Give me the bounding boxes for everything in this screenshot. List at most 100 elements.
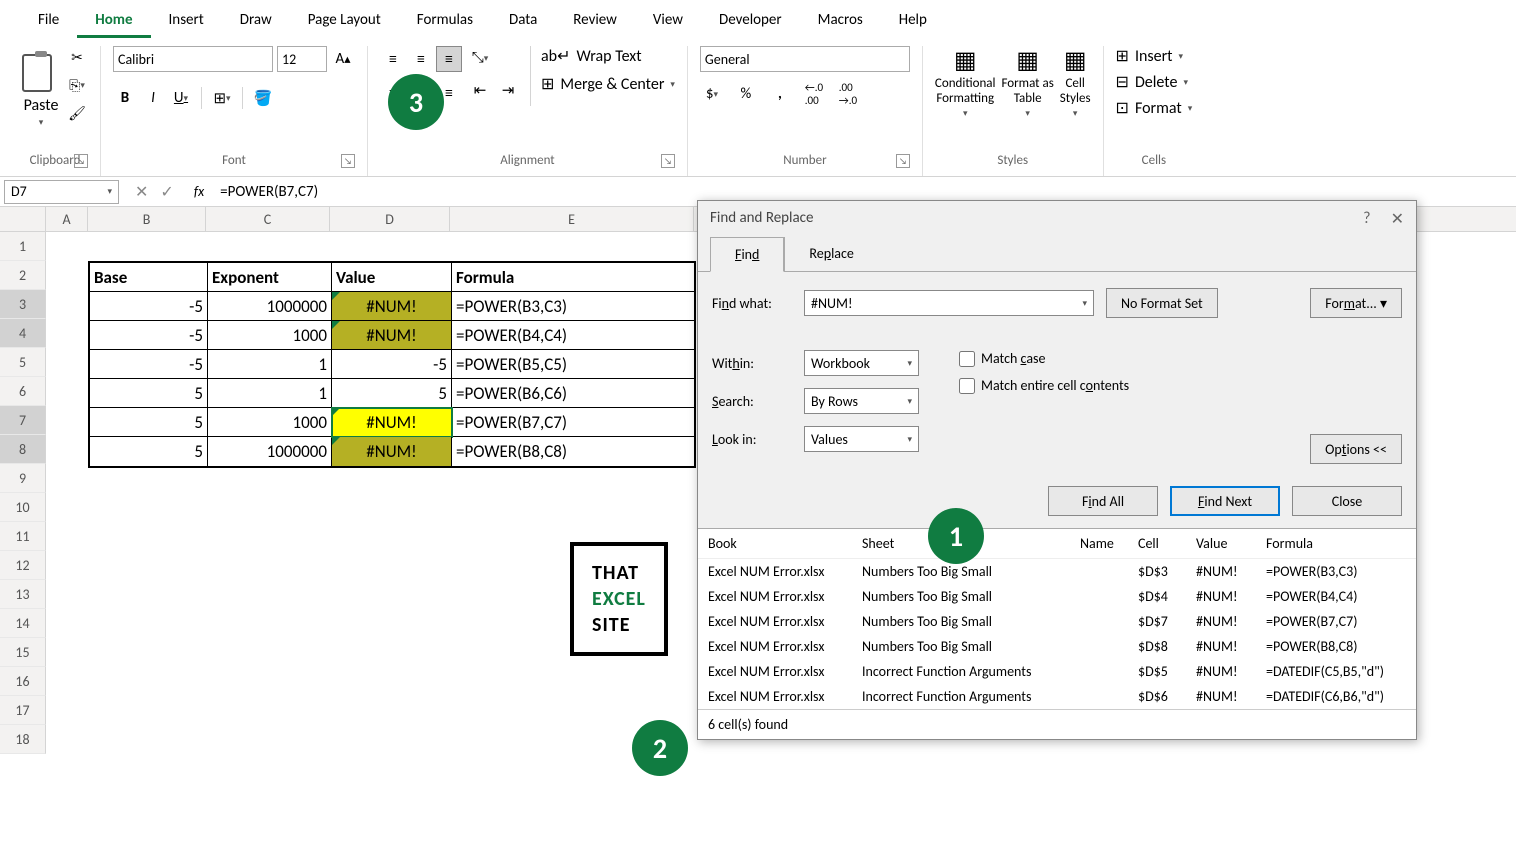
cell[interactable]: #NUM! [332, 437, 452, 466]
menu-formulas[interactable]: Formulas [399, 5, 491, 38]
result-row[interactable]: Excel NUM Error.xlsxIncorrect Function A… [698, 684, 1416, 709]
results-header-cell[interactable]: Cell [1138, 535, 1196, 552]
comma-button[interactable]: , [768, 82, 792, 106]
cell[interactable]: 5 [90, 408, 208, 437]
row-header-16[interactable]: 16 [0, 667, 46, 696]
close-button[interactable]: Close [1292, 486, 1402, 516]
merge-center-button[interactable]: ⊞Merge & Center ▾ [541, 74, 675, 94]
cell[interactable]: 1000000 [208, 292, 332, 321]
dialog-launcher-icon[interactable]: ↘ [661, 154, 675, 168]
tab-replace[interactable]: Replace [784, 237, 878, 272]
row-header-17[interactable]: 17 [0, 696, 46, 725]
col-header-D[interactable]: D [330, 207, 450, 231]
result-row[interactable]: Excel NUM Error.xlsxNumbers Too Big Smal… [698, 559, 1416, 584]
result-row[interactable]: Excel NUM Error.xlsxNumbers Too Big Smal… [698, 584, 1416, 609]
col-header-C[interactable]: C [206, 207, 330, 231]
row-header-9[interactable]: 9 [0, 464, 46, 493]
menu-data[interactable]: Data [491, 5, 555, 38]
result-row[interactable]: Excel NUM Error.xlsxNumbers Too Big Smal… [698, 609, 1416, 634]
result-row[interactable]: Excel NUM Error.xlsxIncorrect Function A… [698, 659, 1416, 684]
col-header-E[interactable]: E [450, 207, 694, 231]
row-header-4[interactable]: 4 [0, 319, 46, 348]
col-header-A[interactable]: A [46, 207, 88, 231]
select-all-corner[interactable] [0, 207, 46, 231]
results-header-formula[interactable]: Formula [1266, 535, 1406, 552]
align-middle-button[interactable]: ≡ [408, 46, 434, 72]
match-case-checkbox[interactable]: Match case [959, 350, 1129, 367]
underline-button[interactable]: U ▾ [169, 86, 193, 110]
lookin-select[interactable]: Values▾ [804, 426, 919, 452]
cell[interactable]: 5 [90, 379, 208, 408]
match-entire-checkbox[interactable]: Match entire cell contents [959, 377, 1129, 394]
orientation-button[interactable]: ⤡▾ [468, 46, 492, 70]
font-name-select[interactable] [113, 46, 273, 72]
menu-insert[interactable]: Insert [151, 5, 222, 38]
menu-file[interactable]: File [20, 5, 77, 38]
cell[interactable]: =POWER(B6,C6) [452, 379, 694, 408]
dialog-launcher-icon[interactable]: ↘ [341, 154, 355, 168]
menu-macros[interactable]: Macros [800, 5, 881, 38]
cell[interactable]: -5 [90, 292, 208, 321]
align-bottom-button[interactable]: ≡ [436, 46, 462, 72]
col-header-B[interactable]: B [88, 207, 206, 231]
number-format-select[interactable] [700, 46, 910, 72]
paste-button[interactable]: Paste ▾ [22, 46, 60, 128]
menu-view[interactable]: View [635, 5, 701, 38]
copy-button[interactable]: ⎘▾ [66, 74, 88, 96]
result-row[interactable]: Excel NUM Error.xlsxNumbers Too Big Smal… [698, 634, 1416, 659]
within-select[interactable]: Workbook▾ [804, 350, 919, 376]
format-button[interactable]: Format... ▾ [1310, 288, 1402, 318]
cancel-formula-icon[interactable]: ✕ [135, 182, 148, 202]
cell[interactable]: 5 [90, 437, 208, 466]
increase-font-button[interactable]: A▴ [331, 47, 355, 71]
results-header-value[interactable]: Value [1196, 535, 1266, 552]
find-what-input[interactable]: #NUM!▾ [804, 290, 1094, 316]
cell[interactable]: 5 [332, 379, 452, 408]
fx-icon[interactable]: fx [186, 183, 212, 200]
row-header-12[interactable]: 12 [0, 551, 46, 580]
name-box[interactable]: D7▾ [4, 180, 119, 204]
menu-draw[interactable]: Draw [222, 5, 290, 38]
help-icon[interactable]: ? [1363, 209, 1370, 229]
menu-help[interactable]: Help [881, 5, 945, 38]
dialog-launcher-icon[interactable]: ↘ [896, 154, 910, 168]
cell[interactable]: =POWER(B8,C8) [452, 437, 694, 466]
cell[interactable]: #NUM! [332, 408, 452, 437]
row-header-7[interactable]: 7 [0, 406, 46, 435]
format-as-table-button[interactable]: ▦ Format as Table▾ [1002, 46, 1054, 119]
menu-page-layout[interactable]: Page Layout [290, 5, 399, 38]
row-header-13[interactable]: 13 [0, 580, 46, 609]
find-next-button[interactable]: Find Next [1170, 486, 1280, 516]
increase-decimal-button[interactable]: ←.0.00 [802, 82, 826, 106]
dialog-launcher-icon[interactable]: ↘ [74, 154, 88, 168]
cell[interactable]: -5 [332, 350, 452, 379]
enter-formula-icon[interactable]: ✓ [160, 182, 173, 202]
wrap-text-button[interactable]: ab↵Wrap Text [541, 46, 675, 66]
align-top-button[interactable]: ≡ [380, 46, 406, 72]
row-header-8[interactable]: 8 [0, 435, 46, 464]
italic-button[interactable]: I [141, 86, 165, 110]
percent-button[interactable]: % [734, 82, 758, 106]
row-header-3[interactable]: 3 [0, 290, 46, 319]
row-header-2[interactable]: 2 [0, 261, 46, 290]
find-all-button[interactable]: Find All [1048, 486, 1158, 516]
cell[interactable]: 1 [208, 379, 332, 408]
bold-button[interactable]: B [113, 86, 137, 110]
cut-button[interactable]: ✂ [66, 46, 88, 68]
no-format-button[interactable]: No Format Set [1106, 288, 1218, 318]
cell[interactable]: -5 [90, 321, 208, 350]
conditional-formatting-button[interactable]: ▦ Conditional Formatting▾ [935, 46, 996, 119]
cell[interactable]: =POWER(B3,C3) [452, 292, 694, 321]
cell[interactable]: #NUM! [332, 292, 452, 321]
search-select[interactable]: By Rows▾ [804, 388, 919, 414]
format-button[interactable]: ⊡Format ▾ [1116, 98, 1193, 118]
cell[interactable]: 1000000 [208, 437, 332, 466]
menu-developer[interactable]: Developer [701, 5, 800, 38]
table-header[interactable]: Base [90, 263, 208, 292]
cell[interactable]: =POWER(B4,C4) [452, 321, 694, 350]
row-header-1[interactable]: 1 [0, 232, 46, 261]
table-header[interactable]: Formula [452, 263, 694, 292]
row-header-15[interactable]: 15 [0, 638, 46, 667]
cell[interactable]: 1 [208, 350, 332, 379]
options-button[interactable]: Options << [1310, 434, 1402, 464]
